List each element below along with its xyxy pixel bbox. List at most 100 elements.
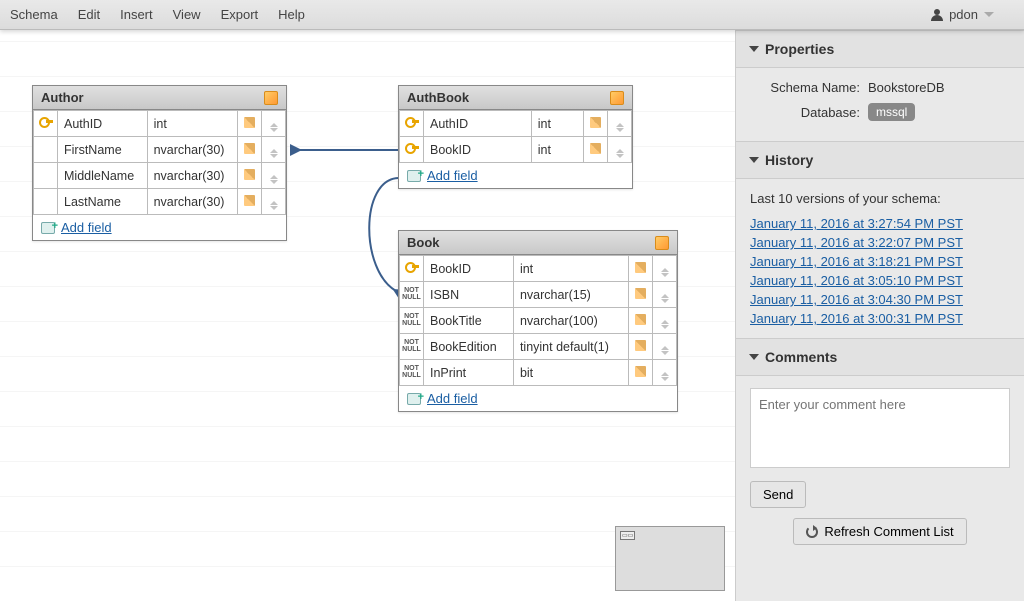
column-type[interactable]: nvarchar(15)	[513, 282, 628, 308]
history-item[interactable]: January 11, 2016 at 3:22:07 PM PST	[750, 235, 1010, 250]
history-header[interactable]: History	[736, 141, 1024, 179]
history-item[interactable]: January 11, 2016 at 3:27:54 PM PST	[750, 216, 1010, 231]
comments-title: Comments	[765, 349, 837, 365]
refresh-comments-button[interactable]: Refresh Comment List	[793, 518, 966, 545]
table-authbook[interactable]: AuthBook AuthID int BookID int Add field	[398, 85, 633, 189]
table-authbook-header[interactable]: AuthBook	[399, 86, 632, 110]
column-type[interactable]: int	[531, 111, 583, 137]
schema-canvas[interactable]: Author AuthID int FirstName nvarchar(30)…	[0, 30, 735, 601]
table-author-header[interactable]: Author	[33, 86, 286, 110]
table-row[interactable]: NOTNULL BookEdition tinyint default(1)	[400, 334, 677, 360]
column-name[interactable]: FirstName	[58, 137, 148, 163]
properties-header[interactable]: Properties	[736, 30, 1024, 68]
refresh-label: Refresh Comment List	[824, 524, 953, 539]
column-type[interactable]: nvarchar(30)	[147, 163, 237, 189]
primary-key-icon	[405, 260, 419, 274]
table-author[interactable]: Author AuthID int FirstName nvarchar(30)…	[32, 85, 287, 241]
pencil-icon[interactable]	[635, 314, 646, 325]
add-field-button[interactable]: Add field	[427, 168, 478, 183]
add-field-button[interactable]: Add field	[61, 220, 112, 235]
column-name[interactable]: AuthID	[424, 111, 532, 137]
column-name[interactable]: BookID	[424, 256, 514, 282]
reorder-icon[interactable]	[270, 149, 278, 158]
table-book[interactable]: Book BookID int NOTNULL ISBN nvarchar(15…	[398, 230, 678, 412]
edit-icon[interactable]	[264, 91, 278, 105]
reorder-icon[interactable]	[661, 268, 669, 277]
pencil-icon[interactable]	[590, 143, 601, 154]
history-title: History	[765, 152, 813, 168]
reorder-icon[interactable]	[661, 372, 669, 381]
column-type[interactable]: bit	[513, 360, 628, 386]
history-item[interactable]: January 11, 2016 at 3:18:21 PM PST	[750, 254, 1010, 269]
table-row[interactable]: NOTNULL ISBN nvarchar(15)	[400, 282, 677, 308]
reorder-icon[interactable]	[270, 201, 278, 210]
table-row[interactable]: NOTNULL InPrint bit	[400, 360, 677, 386]
history-item[interactable]: January 11, 2016 at 3:04:30 PM PST	[750, 292, 1010, 307]
column-name[interactable]: BookID	[424, 137, 532, 163]
not-null-icon: NOTNULL	[402, 287, 421, 301]
table-row[interactable]: BookID int	[400, 256, 677, 282]
column-type[interactable]: nvarchar(30)	[147, 189, 237, 215]
column-name[interactable]: LastName	[58, 189, 148, 215]
add-icon	[407, 170, 421, 182]
table-row[interactable]: AuthID int	[400, 111, 632, 137]
menu-edit[interactable]: Edit	[78, 7, 100, 22]
add-field-row: Add field	[33, 215, 286, 240]
column-name[interactable]: BookEdition	[424, 334, 514, 360]
add-icon	[41, 222, 55, 234]
history-item[interactable]: January 11, 2016 at 3:05:10 PM PST	[750, 273, 1010, 288]
reorder-icon[interactable]	[270, 175, 278, 184]
send-button[interactable]: Send	[750, 481, 806, 508]
reorder-icon[interactable]	[616, 123, 624, 132]
menu-view[interactable]: View	[173, 7, 201, 22]
comments-header[interactable]: Comments	[736, 338, 1024, 376]
pencil-icon[interactable]	[635, 262, 646, 273]
add-icon	[407, 393, 421, 405]
pencil-icon[interactable]	[635, 288, 646, 299]
column-name[interactable]: BookTitle	[424, 308, 514, 334]
table-row[interactable]: NOTNULL BookTitle nvarchar(100)	[400, 308, 677, 334]
column-type[interactable]: int	[531, 137, 583, 163]
reorder-icon[interactable]	[661, 320, 669, 329]
column-type[interactable]: nvarchar(100)	[513, 308, 628, 334]
pencil-icon[interactable]	[635, 340, 646, 351]
pencil-icon[interactable]	[635, 366, 646, 377]
column-name[interactable]: AuthID	[58, 111, 148, 137]
pencil-icon[interactable]	[244, 143, 255, 154]
comment-input[interactable]	[750, 388, 1010, 468]
column-type[interactable]: int	[513, 256, 628, 282]
history-item[interactable]: January 11, 2016 at 3:00:31 PM PST	[750, 311, 1010, 326]
menu-export[interactable]: Export	[221, 7, 259, 22]
column-name[interactable]: InPrint	[424, 360, 514, 386]
menu-schema[interactable]: Schema	[10, 7, 58, 22]
table-book-header[interactable]: Book	[399, 231, 677, 255]
table-row[interactable]: MiddleName nvarchar(30)	[34, 163, 286, 189]
table-row[interactable]: LastName nvarchar(30)	[34, 189, 286, 215]
pencil-icon[interactable]	[244, 169, 255, 180]
minimap[interactable]: ▭▭	[615, 526, 725, 591]
minimap-icon: ▭▭	[620, 531, 635, 540]
menu-help[interactable]: Help	[278, 7, 305, 22]
pencil-icon[interactable]	[244, 195, 255, 206]
column-type[interactable]: int	[147, 111, 237, 137]
user-menu[interactable]: pdon	[931, 7, 994, 22]
table-row[interactable]: AuthID int	[34, 111, 286, 137]
reorder-icon[interactable]	[661, 294, 669, 303]
reorder-icon[interactable]	[616, 149, 624, 158]
column-type[interactable]: nvarchar(30)	[147, 137, 237, 163]
column-name[interactable]: ISBN	[424, 282, 514, 308]
table-row[interactable]: FirstName nvarchar(30)	[34, 137, 286, 163]
right-panel: Properties Schema Name: BookstoreDB Data…	[735, 0, 1024, 601]
column-type[interactable]: tinyint default(1)	[513, 334, 628, 360]
column-name[interactable]: MiddleName	[58, 163, 148, 189]
pencil-icon[interactable]	[244, 117, 255, 128]
reorder-icon[interactable]	[661, 346, 669, 355]
not-null-icon: NOTNULL	[402, 313, 421, 327]
edit-icon[interactable]	[610, 91, 624, 105]
table-row[interactable]: BookID int	[400, 137, 632, 163]
edit-icon[interactable]	[655, 236, 669, 250]
pencil-icon[interactable]	[590, 117, 601, 128]
add-field-button[interactable]: Add field	[427, 391, 478, 406]
menu-insert[interactable]: Insert	[120, 7, 153, 22]
reorder-icon[interactable]	[270, 123, 278, 132]
